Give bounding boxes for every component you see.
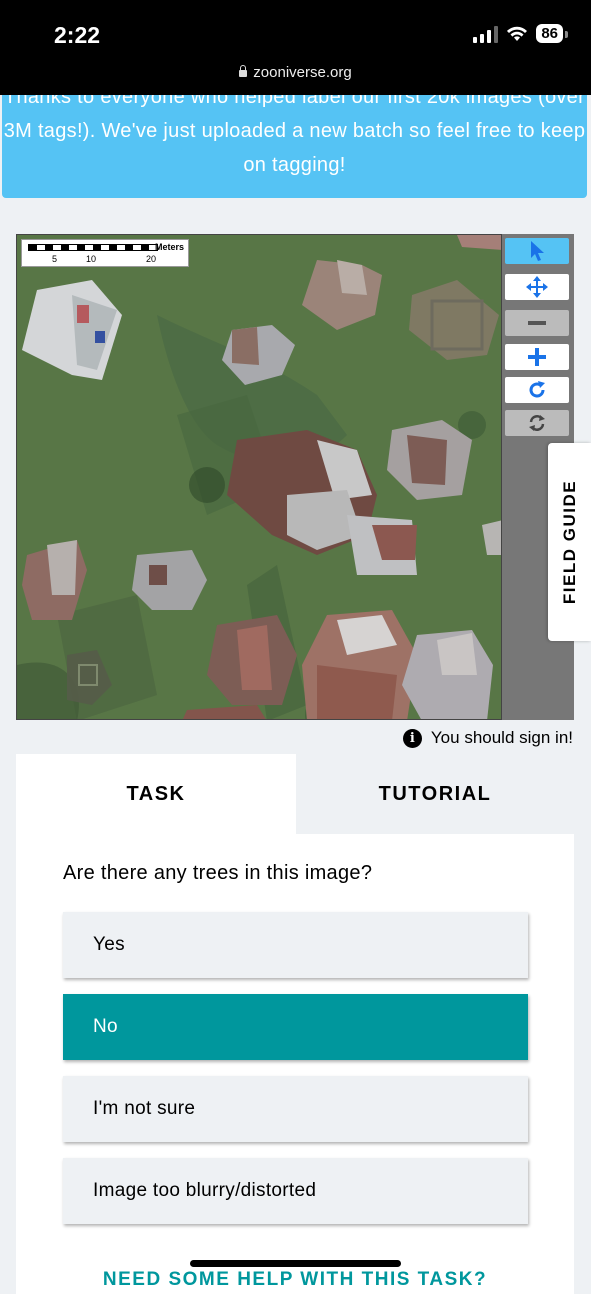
zoom-in-button[interactable]	[505, 344, 569, 370]
reset-button[interactable]	[505, 410, 569, 436]
rotate-button[interactable]	[505, 377, 569, 403]
move-arrows-icon	[526, 276, 548, 298]
sign-in-text: You should sign in!	[430, 728, 573, 747]
zoom-out-button[interactable]	[505, 310, 569, 336]
status-time: 2:22	[54, 22, 101, 48]
scale-tick-label: 10	[86, 254, 97, 264]
pan-tool-button[interactable]	[505, 274, 569, 300]
help-link[interactable]: NEED SOME HELP WITH THIS TASK?	[16, 1269, 574, 1291]
scale-unit: Meters	[154, 242, 184, 252]
wifi-icon	[507, 26, 528, 41]
lock-icon	[239, 65, 248, 77]
aerial-image	[17, 235, 501, 719]
field-guide-tab[interactable]: FIELD GUIDE	[548, 443, 591, 641]
info-icon: i	[402, 728, 422, 748]
status-bar: 2:22 86 zooniverse.org	[0, 0, 591, 95]
scale-bar-graphic	[28, 244, 158, 251]
battery-indicator: 86	[536, 24, 568, 43]
field-guide-label: FIELD GUIDE	[559, 479, 579, 605]
pointer-tool-button[interactable]	[505, 238, 569, 264]
url-text: zooniverse.org	[253, 64, 352, 81]
answer-yes-button[interactable]: Yes	[63, 912, 528, 978]
home-indicator	[190, 1260, 401, 1267]
address-bar[interactable]: zooniverse.org	[0, 64, 591, 81]
cellular-signal-icon	[473, 25, 499, 43]
plus-icon	[528, 348, 546, 366]
pointer-arrow-icon	[531, 241, 544, 261]
answer-not-sure-button[interactable]: I'm not sure	[63, 1076, 528, 1142]
task-question: Are there any trees in this image?	[63, 862, 373, 884]
refresh-icon	[529, 415, 545, 431]
sign-in-notice[interactable]: i You should sign in!	[402, 728, 573, 748]
answer-no-button[interactable]: No	[63, 994, 528, 1060]
announcement-banner: Thanks to everyone who helped label our …	[2, 95, 587, 198]
task-panel: TASK TUTORIAL Are there any trees in thi…	[16, 754, 574, 1294]
minus-icon	[528, 321, 546, 325]
aerial-image-viewer[interactable]: Meters 5 10 20	[16, 234, 502, 720]
status-icons: 86	[473, 24, 568, 43]
rotate-icon	[529, 381, 545, 398]
tab-tutorial[interactable]: TUTORIAL	[296, 754, 574, 834]
tab-task[interactable]: TASK	[16, 754, 296, 834]
scale-tick-label: 5	[52, 254, 58, 264]
answer-blurry-button[interactable]: Image too blurry/distorted	[63, 1158, 528, 1224]
banner-text: Thanks to everyone who helped label our …	[3, 95, 586, 176]
scale-tick-label: 20	[146, 254, 157, 264]
scale-bar: Meters 5 10 20	[21, 239, 189, 267]
